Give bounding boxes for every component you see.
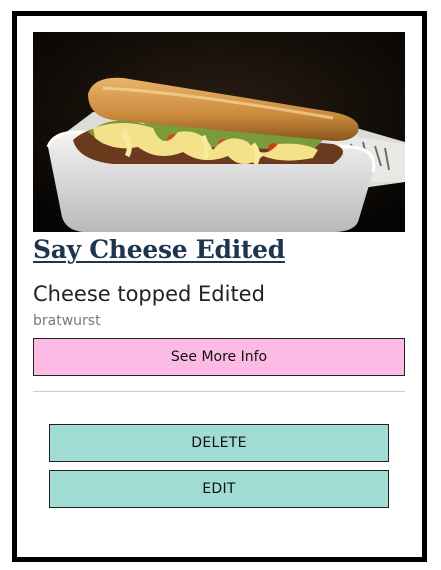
item-title-link[interactable]: Say Cheese Edited <box>33 235 285 264</box>
edit-button[interactable]: EDIT <box>49 470 389 508</box>
item-category: bratwurst <box>33 313 101 329</box>
divider <box>33 391 405 392</box>
food-photo <box>33 32 405 232</box>
sandwich-image <box>33 32 405 232</box>
delete-button[interactable]: DELETE <box>49 424 389 462</box>
food-card: Say Cheese Edited Cheese topped Edited b… <box>12 11 427 562</box>
see-more-info-button[interactable]: See More Info <box>33 338 405 376</box>
item-subtitle: Cheese topped Edited <box>33 282 265 306</box>
